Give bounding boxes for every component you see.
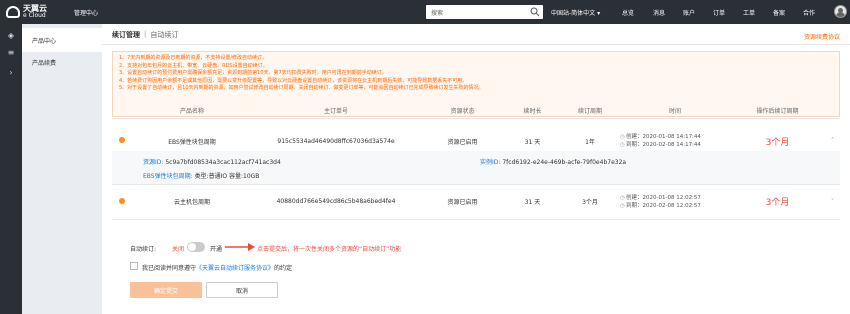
logo[interactable]: 天翼云 e Cloud [0, 0, 58, 24]
agreement-link[interactable]: 《天翼云自动续订服务协议》 [196, 265, 274, 272]
logo-en: e Cloud [23, 12, 46, 19]
row-detail: 资源ID: 5c9a7bfd08534a3cac112acf741ac3d4 实… [112, 151, 840, 185]
time-cell: ◷创建：2020-01-08 12:02:57 ◷到期：2020-02-08 1… [620, 194, 701, 209]
notice-line: 2、支持对包年包月的云主机、带宽、云硬盘、RDS设置自动续订。 [119, 62, 268, 69]
renewal-agreement-link[interactable]: 资源续费协议 [804, 32, 840, 41]
notice-line: 4、若续费订购因用户余额不足或其他原因，需要以变升级配置等，导致以对云硬盘设置自… [119, 77, 468, 84]
created-time: 创建：2020-01-08 12:02:57 [626, 194, 701, 201]
agree-checkbox[interactable] [130, 262, 138, 270]
col-cycle: 续订周期 [560, 104, 620, 119]
col-new-period: 操作后续订周期 [730, 104, 825, 119]
breadcrumb-parent[interactable]: 续订管理 [112, 30, 140, 40]
submit-hint: 点击提交后，将一次性关闭多个资源的“自动续订”功能 [257, 246, 402, 253]
divider [102, 44, 850, 45]
col-duration: 续时长 [505, 104, 560, 119]
expire-time: 到期：2020-02-08 12:02:57 [626, 202, 701, 209]
duration: 31 天 [524, 199, 541, 207]
col-status: 资源状态 [420, 104, 505, 119]
search-icon[interactable] [530, 7, 540, 17]
col-time: 时间 [620, 104, 730, 119]
logo-cn: 天翼云 [23, 4, 47, 13]
product-name: 云主机包周期 [173, 199, 210, 207]
resource-id: 5c9a7bfd08534a3cac112acf741ac3d4 [165, 159, 281, 166]
top-bar: 天翼云 e Cloud 管理中心 搜索 中国站-简体中文 ▾ 总览 消息 账户 … [0, 0, 850, 24]
cycle: 3个月 [582, 199, 598, 207]
search-placeholder: 搜索 [431, 9, 444, 17]
instance-id: 7fcd6192-e24e-469b-acfe-79f0e4b7e32a [502, 159, 627, 166]
side-menu: 产品中心 产品续费 [22, 24, 102, 314]
red-arrow-icon [225, 243, 255, 251]
stack-icon[interactable]: ≡ [6, 48, 16, 57]
notice-line: 1、7天内到期的资源及已到期的资源，不支持设置/修改自动续订。 [119, 55, 268, 61]
main-panel: 续订管理 | 自动续订 资源续费协议 1、7天内到期的资源及已到期的资源，不支持… [102, 24, 850, 314]
auto-renew-label: 自动续订: [130, 246, 157, 253]
breadcrumb-sep: | [144, 30, 147, 38]
toggle-on-label: 开通 [210, 246, 223, 253]
nav-account[interactable]: 账户 [683, 8, 695, 17]
created-time: 创建：2020-01-08 14:17:44 [626, 134, 701, 140]
order-number: 40880dd766e549cd86c5b48a6bed4fe4 [276, 198, 396, 206]
notice-line: 3、设置自动续订的预付费用户需确保余额充足，资源到期前第10天、第7天均扣费失败… [119, 70, 387, 76]
cube-icon[interactable]: ◈ [6, 31, 16, 40]
submit-button[interactable]: 确定提交 [130, 282, 202, 298]
status-dot [119, 197, 125, 204]
toggle-off-label: 关闭 [172, 246, 185, 253]
expand-chevron-icon[interactable]: ˇ [825, 185, 840, 219]
resource-status: 资源已启用 [447, 199, 478, 207]
nav-overview[interactable]: 总览 [622, 8, 634, 17]
table-header: 产品名称 主订单号 资源状态 续时长 续订周期 时间 操作后续订周期 [112, 104, 840, 119]
mgmt-center-link[interactable]: 管理中心 [74, 8, 98, 17]
notice-line: 5、对于设置了自动续订，且10天内到期的资源，如用户尝试修改自动续订周期、关闭自… [119, 85, 484, 91]
agree-text: 我已阅读并同意遵守《天翼云自动续订服务协议》的约定 [142, 265, 293, 272]
table-row[interactable]: 云主机包周期 40880dd766e549cd86c5b48a6bed4fe4 … [112, 185, 840, 219]
renewal-table-second: 云主机包周期 40880dd766e549cd86c5b48a6bed4fe4 … [112, 185, 840, 220]
nav-tickets[interactable]: 工单 [743, 8, 755, 17]
collapse-arrow-icon[interactable]: › [6, 68, 16, 77]
nav-orders[interactable]: 订单 [713, 8, 725, 17]
icon-rail: ◈ ≡ › [0, 24, 22, 314]
nav-messages[interactable]: 消息 [653, 8, 665, 17]
resource-id-label: 资源ID: [143, 159, 164, 166]
breadcrumb: 续订管理 | 自动续订 [112, 30, 178, 40]
cancel-button[interactable]: 取消 [206, 282, 278, 298]
sidebar-item-renewal[interactable]: 产品续费 [32, 58, 56, 67]
nav-filing[interactable]: 备案 [773, 8, 785, 17]
nav-partner[interactable]: 合作 [803, 8, 815, 17]
col-order-no: 主订单号 [252, 104, 420, 119]
breadcrumb-current: 自动续订 [150, 31, 179, 39]
auto-renew-toggle[interactable] [187, 242, 205, 252]
status-dot [119, 137, 125, 143]
search-input[interactable]: 搜索 [426, 5, 543, 19]
region-selector[interactable]: 中国站-简体中文 ▾ [551, 8, 600, 17]
cloud-logo-icon [6, 6, 20, 18]
ebs-detail: 类型:普通IO 容量:10GB [194, 173, 260, 180]
auto-renew-form: 自动续订: 关闭 开通 点击提交后，将一次性关闭多个资源的“自动续订”功能 我已… [112, 231, 840, 314]
avatar[interactable] [834, 5, 847, 18]
expire-time: 到期：2020-02-08 14:17:44 [626, 142, 701, 148]
ebs-detail-label: EBS弹性块包周期: [143, 173, 193, 180]
sidebar-section-product-center[interactable]: 产品中心 [22, 28, 102, 52]
col-product-name: 产品名称 [132, 104, 252, 119]
instance-id-label: 实例ID: [480, 159, 501, 166]
new-period: 3个月 [765, 198, 790, 209]
